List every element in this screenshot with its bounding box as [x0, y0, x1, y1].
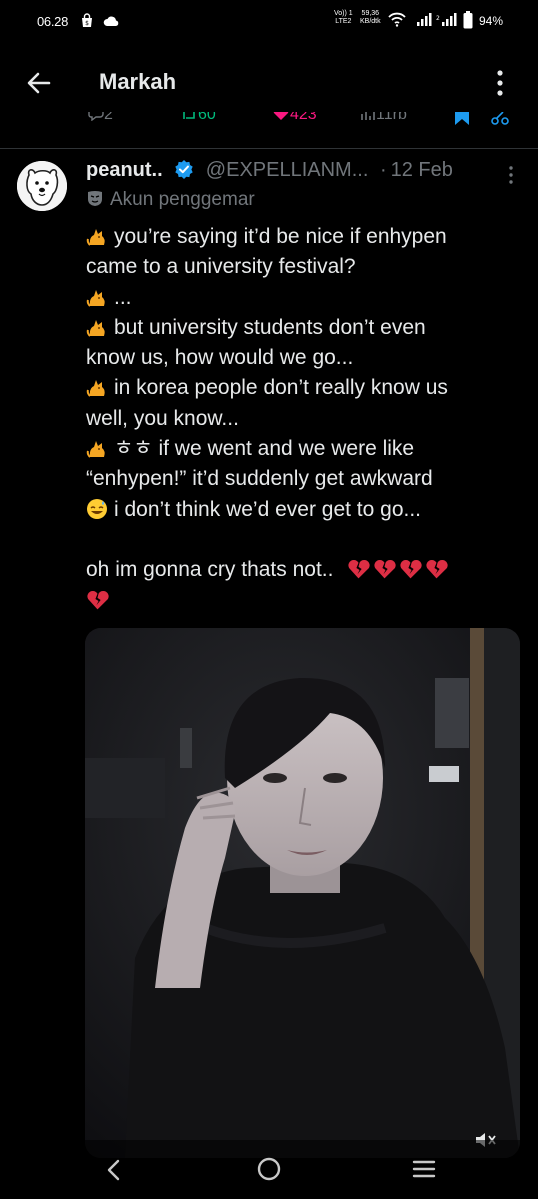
- tweet-line: ㅎㅎ if we went and we were like: [86, 434, 518, 464]
- nav-back-icon[interactable]: [104, 1158, 124, 1182]
- battery-percent: 94%: [479, 14, 504, 28]
- top-app-bar: Markah: [0, 44, 538, 120]
- verified-badge-icon: [175, 160, 193, 179]
- tweet-line: ...: [86, 283, 518, 313]
- back-arrow-icon[interactable]: [22, 66, 56, 100]
- repost-icon: [183, 112, 195, 119]
- svg-text:2: 2: [436, 15, 440, 22]
- repost-action[interactable]: 60: [180, 112, 216, 124]
- cat-emoji-icon: [86, 319, 105, 337]
- cat-emoji-icon: [86, 289, 105, 307]
- broken-heart-emoji-icon: [400, 560, 422, 579]
- signal-icon-1: [417, 13, 432, 26]
- system-navigation-bar: [0, 1140, 538, 1199]
- divider: [0, 148, 538, 149]
- video-frame-image: [85, 628, 520, 1158]
- avatar[interactable]: [17, 161, 67, 211]
- cat-emoji-icon: [86, 441, 105, 458]
- page-title: Markah: [99, 69, 177, 94]
- separator-dot: ·: [379, 159, 387, 181]
- tweet-line: “enhypen!” it’d suddenly get awkward: [86, 467, 433, 491]
- cat-emoji-icon: [86, 380, 105, 398]
- broken-heart-emoji-icon: [374, 560, 396, 579]
- tweet-line: in korea people don’t really know us: [86, 373, 518, 403]
- tweet-line: i don’t think we’d ever get to go...: [86, 495, 518, 525]
- user-handle[interactable]: @EXPELLIANM...: [206, 159, 369, 181]
- tweet-header: peanut.. @EXPELLIANM... · 12 Feb: [86, 159, 526, 187]
- views-icon: [361, 112, 375, 120]
- reply-icon: [88, 112, 104, 122]
- more-options-icon[interactable]: [488, 66, 512, 100]
- grinning-sweat-emoji-icon: [87, 498, 107, 519]
- tweet-line: you’re saying it’d be nice if enhypen: [86, 222, 518, 252]
- tweet-line: came to a university festival?: [86, 255, 356, 279]
- status-time: 06.28: [37, 14, 69, 29]
- cloud-icon: [103, 16, 119, 26]
- tweet-line: [86, 525, 518, 555]
- cat-emoji-icon: [86, 229, 105, 246]
- network-speed: 59,36 KB/dtk: [360, 10, 381, 25]
- battery-icon: [463, 11, 473, 29]
- tweet-line: oh im gonna cry thats not..: [86, 555, 518, 585]
- tweet-line: but university students don’t even: [86, 313, 518, 343]
- nav-recent-apps-icon[interactable]: [412, 1158, 436, 1180]
- views-action[interactable]: 11rb: [360, 112, 407, 124]
- bookmark-filled-icon[interactable]: [452, 112, 472, 126]
- account-label: Akun penggemar: [86, 189, 255, 211]
- tweet-line: well, you know...: [86, 406, 239, 430]
- share-icon[interactable]: [490, 112, 510, 126]
- mask-icon: [88, 191, 102, 206]
- tweet-media-video[interactable]: [85, 628, 520, 1158]
- dog-avatar-icon: [17, 161, 67, 211]
- signal-icon-2: 2: [436, 13, 457, 26]
- tweet-text: you’re saying it’d be nice if enhypen ca…: [86, 222, 518, 616]
- tweet-line: [86, 586, 518, 616]
- broken-heart-emoji-icon: [348, 560, 370, 579]
- status-bar: 06.28 $ Vo)) 1 LTE2 59,36 KB/dtk 2 94%: [0, 0, 538, 44]
- reply-action[interactable]: 2: [88, 112, 113, 124]
- tweet-more-icon[interactable]: [505, 164, 517, 186]
- tweet-line: know us, how would we go...: [86, 346, 354, 370]
- broken-heart-emoji-icon: [426, 560, 448, 579]
- display-name[interactable]: peanut..: [86, 159, 163, 181]
- heart-filled-icon: [273, 112, 289, 120]
- previous-tweet-actions: 2 60 423 11rb: [0, 112, 538, 134]
- broken-heart-emoji-icon: [87, 590, 109, 609]
- tweet-date[interactable]: 12 Feb: [391, 159, 453, 181]
- wifi-icon: [388, 12, 406, 27]
- like-action[interactable]: 423: [272, 112, 317, 124]
- network-indicator: Vo)) 1 LTE2: [334, 10, 353, 25]
- svg-text:$: $: [85, 20, 89, 27]
- nav-home-icon[interactable]: [256, 1156, 282, 1182]
- shopping-bag-icon: $: [82, 13, 92, 27]
